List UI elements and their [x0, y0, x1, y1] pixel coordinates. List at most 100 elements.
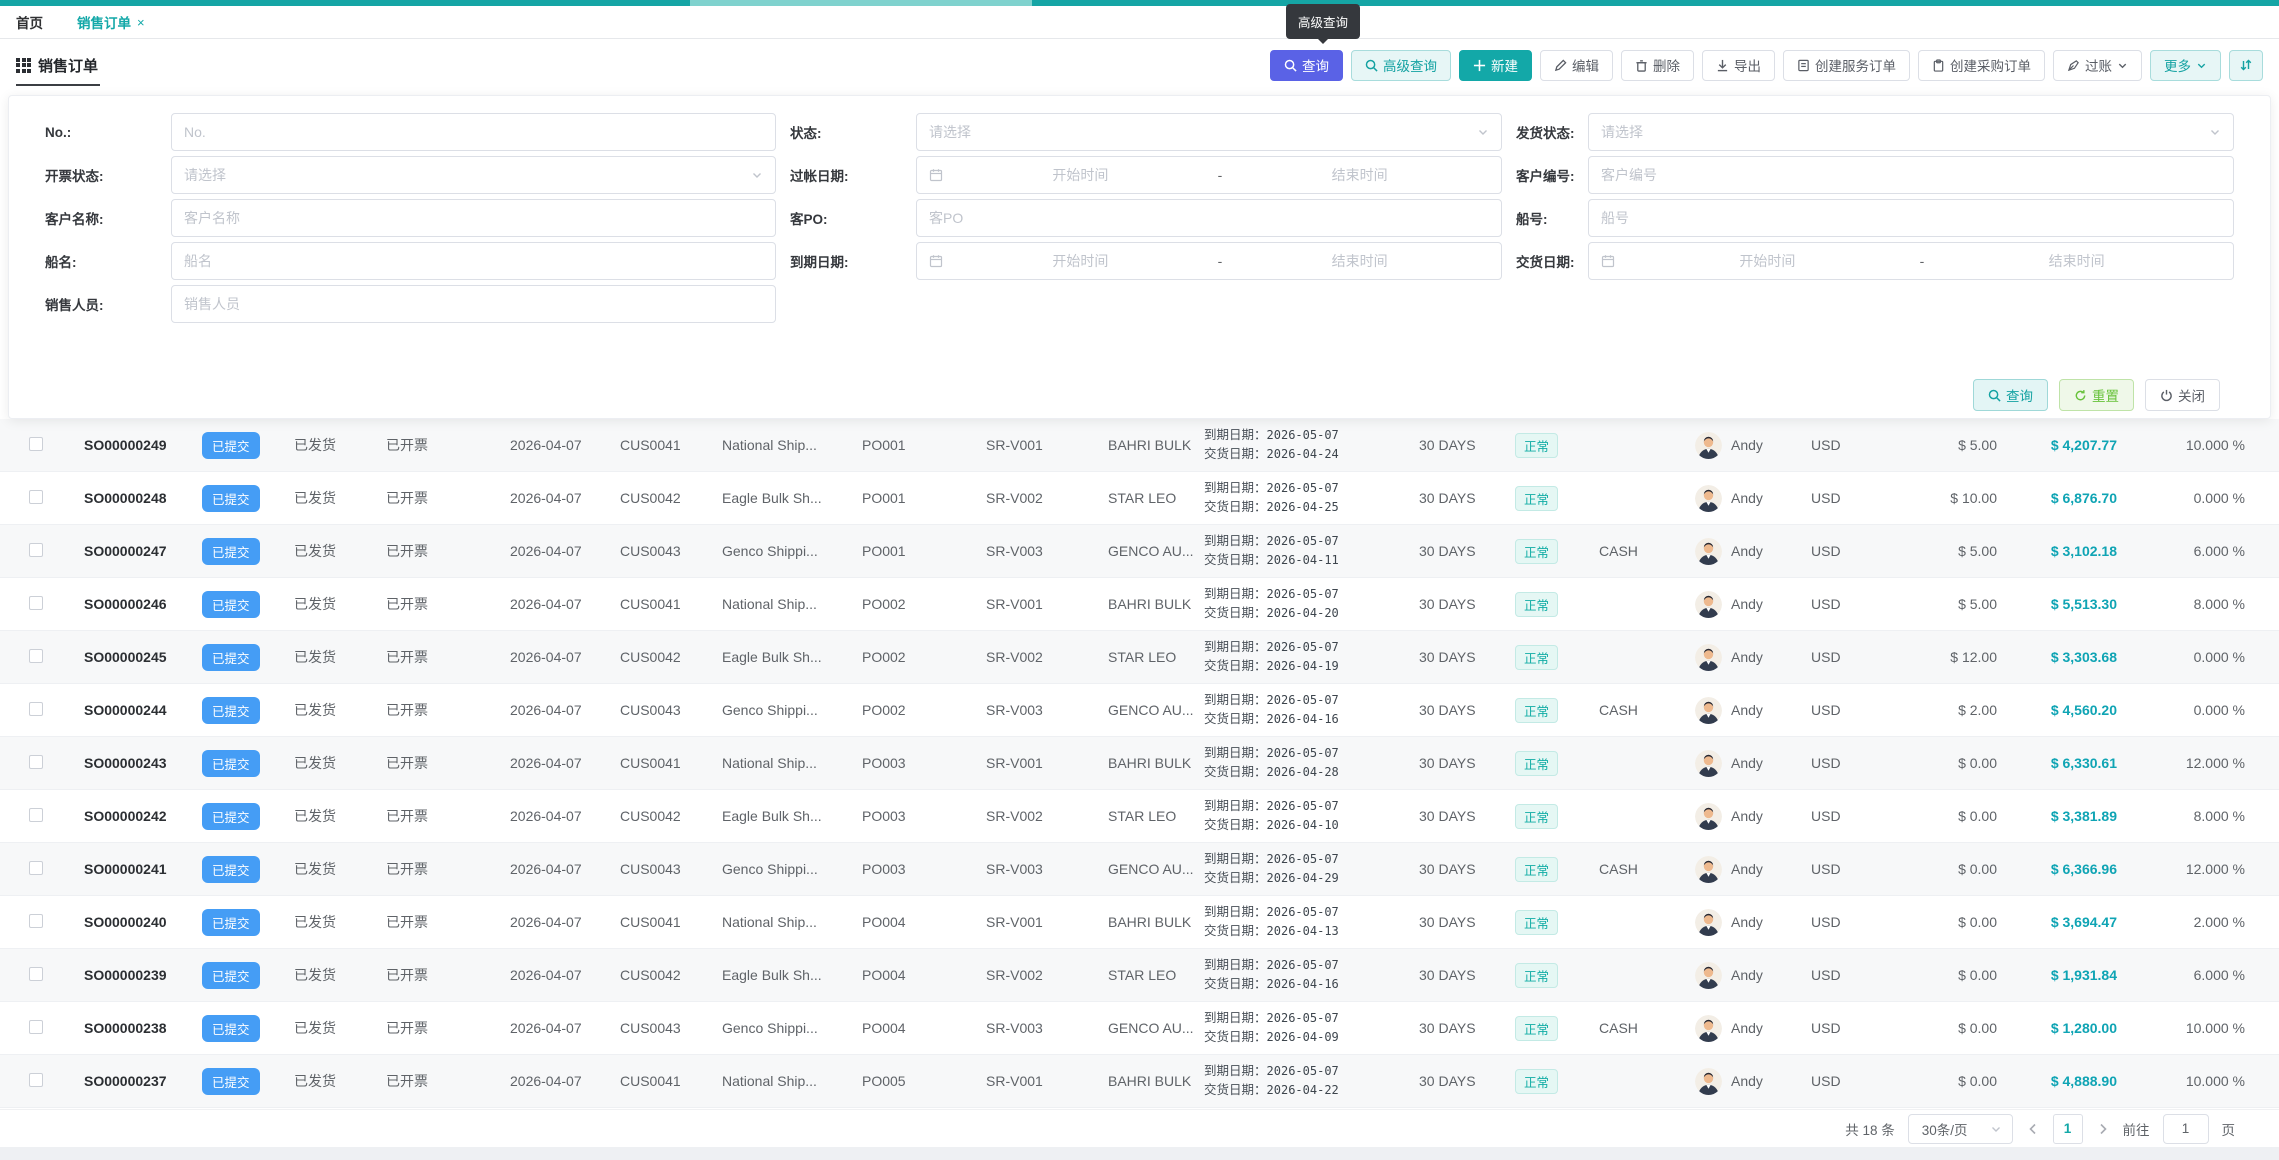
prev-page-button[interactable]: [2026, 1122, 2040, 1136]
row-checkbox[interactable]: [29, 596, 43, 610]
table-row[interactable]: SO00000248 已提交 已发货 已开票 2026-04-07 CUS004…: [0, 472, 2279, 525]
bottom-strip: [0, 1147, 2279, 1160]
no-input[interactable]: [184, 124, 763, 140]
table-row[interactable]: SO00000238 已提交 已发货 已开票 2026-04-07 CUS004…: [0, 1002, 2279, 1055]
customer-name-label: 客户名称:: [45, 208, 171, 228]
due-date-range[interactable]: 开始时间 - 结束时间: [916, 242, 1502, 280]
row-checkbox[interactable]: [29, 543, 43, 557]
ship-status: 已发货: [294, 965, 386, 985]
table-row[interactable]: SO00000247 已提交 已发货 已开票 2026-04-07 CUS004…: [0, 525, 2279, 578]
edit-button[interactable]: 编辑: [1540, 50, 1613, 81]
export-button[interactable]: 导出: [1702, 50, 1775, 81]
customer-name: Eagle Bulk Sh...: [722, 808, 862, 824]
row-checkbox[interactable]: [29, 755, 43, 769]
invoice-status-select[interactable]: 请选择: [171, 156, 776, 194]
advanced-search-button[interactable]: 高级查询: [1351, 50, 1451, 81]
row-checkbox[interactable]: [29, 1073, 43, 1087]
create-service-order-button[interactable]: 创建服务订单: [1783, 50, 1910, 81]
goto-page-input[interactable]: [2163, 1114, 2209, 1144]
table-row[interactable]: SO00000239 已提交 已发货 已开票 2026-04-07 CUS004…: [0, 949, 2279, 1002]
normal-status-cell: 正常: [1515, 645, 1599, 670]
search-button[interactable]: 查询: [1270, 50, 1343, 81]
ship-code: SR-V001: [958, 437, 1080, 453]
customer-code: CUS0041: [620, 437, 722, 453]
post-button[interactable]: 过账: [2053, 50, 2142, 81]
customer-no-input[interactable]: [1601, 167, 2221, 183]
create-purchase-order-button[interactable]: 创建采购订单: [1918, 50, 2045, 81]
status-select[interactable]: 请选择: [916, 113, 1502, 151]
ship-name-input[interactable]: [184, 253, 763, 269]
row-checkbox[interactable]: [29, 967, 43, 981]
next-page-button[interactable]: [2096, 1122, 2110, 1136]
create-button[interactable]: 新建: [1459, 50, 1532, 81]
discount-percent: 12.000 %: [2117, 755, 2245, 771]
due-date-label: 到期日期：: [1204, 852, 1267, 866]
page-title-text: 销售订单: [38, 55, 98, 76]
table-row[interactable]: SO00000245 已提交 已发货 已开票 2026-04-07 CUS004…: [0, 631, 2279, 684]
date-pair: 到期日期：2026-05-07 交货日期：2026-04-22: [1204, 1062, 1419, 1101]
payment-days: 30 DAYS: [1419, 543, 1515, 559]
order-date: 2026-04-07: [510, 967, 620, 983]
table-row[interactable]: SO00000244 已提交 已发货 已开票 2026-04-07 CUS004…: [0, 684, 2279, 737]
row-checkbox[interactable]: [29, 490, 43, 504]
post-date-range[interactable]: 开始时间 - 结束时间: [916, 156, 1502, 194]
row-checkbox[interactable]: [29, 1020, 43, 1034]
table-row[interactable]: SO00000241 已提交 已发货 已开票 2026-04-07 CUS004…: [0, 843, 2279, 896]
submit-status-cell: 已提交: [202, 750, 294, 777]
delivery-date-label: 交货日期：: [1204, 977, 1267, 991]
customer-code: CUS0042: [620, 967, 722, 983]
delivery-date-value: 2026-04-24: [1267, 447, 1339, 461]
delivery-date-range[interactable]: 开始时间 - 结束时间: [1588, 242, 2234, 280]
delivery-date-value: 2026-04-19: [1267, 659, 1339, 673]
row-checkbox[interactable]: [29, 861, 43, 875]
date-pair: 到期日期：2026-05-07 交货日期：2026-04-24: [1204, 426, 1419, 465]
date-pair: 到期日期：2026-05-07 交货日期：2026-04-29: [1204, 850, 1419, 889]
table-row[interactable]: SO00000242 已提交 已发货 已开票 2026-04-07 CUS004…: [0, 790, 2279, 843]
customer-name: Eagle Bulk Sh...: [722, 967, 862, 983]
order-date: 2026-04-07: [510, 808, 620, 824]
vessel-name: STAR LEO: [1080, 967, 1204, 983]
row-checkbox[interactable]: [29, 437, 43, 451]
submitted-badge: 已提交: [202, 856, 260, 883]
payment-days: 30 DAYS: [1419, 596, 1515, 612]
table-row[interactable]: SO00000237 已提交 已发货 已开票 2026-04-07 CUS004…: [0, 1055, 2279, 1108]
row-checkbox[interactable]: [29, 914, 43, 928]
normal-badge: 正常: [1515, 910, 1558, 935]
customer-name-input[interactable]: [184, 210, 763, 226]
panel-reset-button[interactable]: 重置: [2059, 379, 2134, 411]
table-row[interactable]: SO00000249 已提交 已发货 已开票 2026-04-07 CUS004…: [0, 419, 2279, 472]
row-checkbox[interactable]: [29, 702, 43, 716]
avatar: [1695, 485, 1722, 512]
row-checkbox[interactable]: [29, 649, 43, 663]
chevron-right-icon: [2096, 1122, 2110, 1136]
ship-status-select[interactable]: 请选择: [1588, 113, 2234, 151]
table-row[interactable]: SO00000243 已提交 已发货 已开票 2026-04-07 CUS004…: [0, 737, 2279, 790]
delete-button[interactable]: 删除: [1621, 50, 1694, 81]
customer-no-label: 客户编号:: [1516, 165, 1588, 185]
page-size-select[interactable]: 30条/页: [1908, 1114, 2013, 1144]
row-checkbox[interactable]: [29, 808, 43, 822]
salesperson-input[interactable]: [184, 296, 763, 312]
close-icon[interactable]: ×: [137, 15, 145, 30]
table-row[interactable]: SO00000240 已提交 已发货 已开票 2026-04-07 CUS004…: [0, 896, 2279, 949]
customer-po-input[interactable]: [929, 210, 1489, 226]
ship-no-input[interactable]: [1601, 210, 2221, 226]
sort-toggle-button[interactable]: [2229, 50, 2263, 81]
no-input-wrap: [171, 113, 776, 151]
tab-sales-order[interactable]: 销售订单 ×: [77, 12, 145, 32]
customer-po: PO003: [862, 755, 958, 771]
tab-home[interactable]: 首页: [16, 12, 43, 32]
submit-status-cell: 已提交: [202, 432, 294, 459]
more-button[interactable]: 更多: [2150, 50, 2221, 81]
discount-percent: 8.000 %: [2117, 596, 2245, 612]
ship-code: SR-V001: [958, 755, 1080, 771]
current-page-button[interactable]: 1: [2053, 1114, 2083, 1144]
avatar: [1695, 856, 1722, 883]
due-date-value: 2026-05-07: [1267, 1011, 1339, 1025]
submit-status-cell: 已提交: [202, 803, 294, 830]
panel-close-button[interactable]: 关闭: [2145, 379, 2220, 411]
table-row[interactable]: SO00000246 已提交 已发货 已开票 2026-04-07 CUS004…: [0, 578, 2279, 631]
order-number: SO00000242: [84, 808, 202, 824]
panel-search-button[interactable]: 查询: [1973, 379, 2048, 411]
currency: USD: [1811, 1073, 1887, 1089]
